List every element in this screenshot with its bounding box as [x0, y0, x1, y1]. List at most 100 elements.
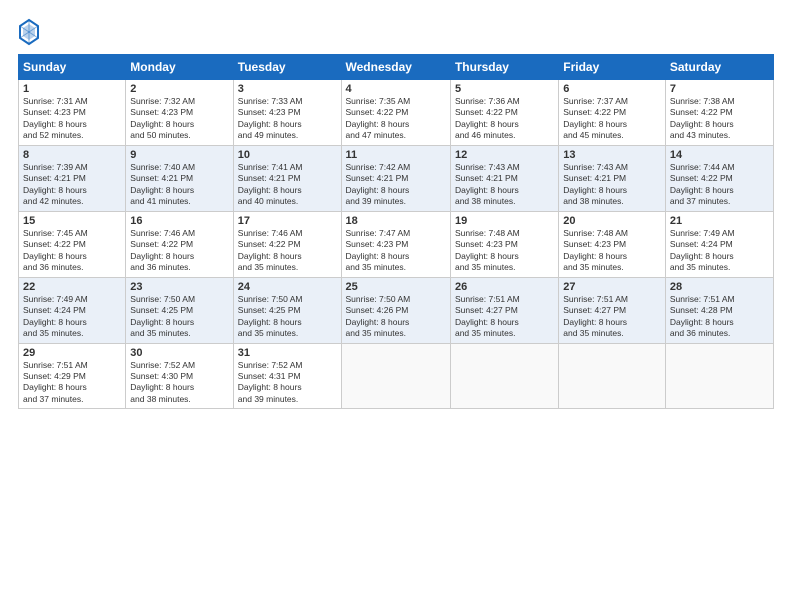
day-info: Sunrise: 7:52 AMSunset: 4:31 PMDaylight:…	[238, 360, 337, 406]
day-number: 6	[563, 83, 661, 95]
day-info: Sunrise: 7:48 AMSunset: 4:23 PMDaylight:…	[563, 228, 661, 274]
day-info: Sunrise: 7:51 AMSunset: 4:27 PMDaylight:…	[563, 294, 661, 340]
day-cell: 12Sunrise: 7:43 AMSunset: 4:21 PMDayligh…	[450, 145, 558, 211]
day-info: Sunrise: 7:31 AMSunset: 4:23 PMDaylight:…	[23, 96, 121, 142]
day-info: Sunrise: 7:49 AMSunset: 4:24 PMDaylight:…	[670, 228, 769, 274]
day-number: 11	[346, 149, 446, 161]
day-cell: 27Sunrise: 7:51 AMSunset: 4:27 PMDayligh…	[559, 277, 666, 343]
day-cell: 7Sunrise: 7:38 AMSunset: 4:22 PMDaylight…	[665, 80, 773, 146]
day-cell: 5Sunrise: 7:36 AMSunset: 4:22 PMDaylight…	[450, 80, 558, 146]
day-info: Sunrise: 7:33 AMSunset: 4:23 PMDaylight:…	[238, 96, 337, 142]
day-cell: 19Sunrise: 7:48 AMSunset: 4:23 PMDayligh…	[450, 211, 558, 277]
day-cell: 17Sunrise: 7:46 AMSunset: 4:22 PMDayligh…	[233, 211, 341, 277]
day-number: 27	[563, 281, 661, 293]
day-cell: 11Sunrise: 7:42 AMSunset: 4:21 PMDayligh…	[341, 145, 450, 211]
day-number: 10	[238, 149, 337, 161]
day-cell: 13Sunrise: 7:43 AMSunset: 4:21 PMDayligh…	[559, 145, 666, 211]
day-number: 20	[563, 215, 661, 227]
day-number: 30	[130, 347, 228, 359]
day-info: Sunrise: 7:43 AMSunset: 4:21 PMDaylight:…	[563, 162, 661, 208]
col-header-tuesday: Tuesday	[233, 55, 341, 80]
day-info: Sunrise: 7:32 AMSunset: 4:23 PMDaylight:…	[130, 96, 228, 142]
day-number: 26	[455, 281, 554, 293]
day-info: Sunrise: 7:52 AMSunset: 4:30 PMDaylight:…	[130, 360, 228, 406]
day-info: Sunrise: 7:35 AMSunset: 4:22 PMDaylight:…	[346, 96, 446, 142]
day-number: 9	[130, 149, 228, 161]
day-number: 28	[670, 281, 769, 293]
day-cell	[450, 343, 558, 409]
day-cell: 9Sunrise: 7:40 AMSunset: 4:21 PMDaylight…	[126, 145, 233, 211]
day-cell: 14Sunrise: 7:44 AMSunset: 4:22 PMDayligh…	[665, 145, 773, 211]
day-number: 17	[238, 215, 337, 227]
day-info: Sunrise: 7:50 AMSunset: 4:25 PMDaylight:…	[238, 294, 337, 340]
header-row: SundayMondayTuesdayWednesdayThursdayFrid…	[19, 55, 774, 80]
day-cell: 16Sunrise: 7:46 AMSunset: 4:22 PMDayligh…	[126, 211, 233, 277]
day-number: 12	[455, 149, 554, 161]
day-cell: 4Sunrise: 7:35 AMSunset: 4:22 PMDaylight…	[341, 80, 450, 146]
day-cell	[341, 343, 450, 409]
day-info: Sunrise: 7:46 AMSunset: 4:22 PMDaylight:…	[238, 228, 337, 274]
day-number: 18	[346, 215, 446, 227]
day-number: 16	[130, 215, 228, 227]
col-header-saturday: Saturday	[665, 55, 773, 80]
day-cell	[665, 343, 773, 409]
day-cell	[559, 343, 666, 409]
day-info: Sunrise: 7:44 AMSunset: 4:22 PMDaylight:…	[670, 162, 769, 208]
day-number: 13	[563, 149, 661, 161]
day-number: 22	[23, 281, 121, 293]
day-number: 7	[670, 83, 769, 95]
col-header-wednesday: Wednesday	[341, 55, 450, 80]
day-cell: 22Sunrise: 7:49 AMSunset: 4:24 PMDayligh…	[19, 277, 126, 343]
day-info: Sunrise: 7:46 AMSunset: 4:22 PMDaylight:…	[130, 228, 228, 274]
day-number: 2	[130, 83, 228, 95]
day-cell: 2Sunrise: 7:32 AMSunset: 4:23 PMDaylight…	[126, 80, 233, 146]
col-header-friday: Friday	[559, 55, 666, 80]
day-number: 23	[130, 281, 228, 293]
day-number: 8	[23, 149, 121, 161]
day-info: Sunrise: 7:37 AMSunset: 4:22 PMDaylight:…	[563, 96, 661, 142]
day-info: Sunrise: 7:51 AMSunset: 4:27 PMDaylight:…	[455, 294, 554, 340]
day-cell: 20Sunrise: 7:48 AMSunset: 4:23 PMDayligh…	[559, 211, 666, 277]
day-cell: 1Sunrise: 7:31 AMSunset: 4:23 PMDaylight…	[19, 80, 126, 146]
day-info: Sunrise: 7:47 AMSunset: 4:23 PMDaylight:…	[346, 228, 446, 274]
day-cell: 30Sunrise: 7:52 AMSunset: 4:30 PMDayligh…	[126, 343, 233, 409]
day-cell: 25Sunrise: 7:50 AMSunset: 4:26 PMDayligh…	[341, 277, 450, 343]
day-info: Sunrise: 7:39 AMSunset: 4:21 PMDaylight:…	[23, 162, 121, 208]
day-number: 21	[670, 215, 769, 227]
day-info: Sunrise: 7:45 AMSunset: 4:22 PMDaylight:…	[23, 228, 121, 274]
day-info: Sunrise: 7:40 AMSunset: 4:21 PMDaylight:…	[130, 162, 228, 208]
day-info: Sunrise: 7:48 AMSunset: 4:23 PMDaylight:…	[455, 228, 554, 274]
day-info: Sunrise: 7:42 AMSunset: 4:21 PMDaylight:…	[346, 162, 446, 208]
day-number: 31	[238, 347, 337, 359]
week-row-3: 15Sunrise: 7:45 AMSunset: 4:22 PMDayligh…	[19, 211, 774, 277]
day-info: Sunrise: 7:43 AMSunset: 4:21 PMDaylight:…	[455, 162, 554, 208]
day-number: 25	[346, 281, 446, 293]
week-row-1: 1Sunrise: 7:31 AMSunset: 4:23 PMDaylight…	[19, 80, 774, 146]
day-cell: 21Sunrise: 7:49 AMSunset: 4:24 PMDayligh…	[665, 211, 773, 277]
day-cell: 28Sunrise: 7:51 AMSunset: 4:28 PMDayligh…	[665, 277, 773, 343]
day-info: Sunrise: 7:36 AMSunset: 4:22 PMDaylight:…	[455, 96, 554, 142]
day-number: 24	[238, 281, 337, 293]
day-cell: 23Sunrise: 7:50 AMSunset: 4:25 PMDayligh…	[126, 277, 233, 343]
col-header-sunday: Sunday	[19, 55, 126, 80]
day-number: 29	[23, 347, 121, 359]
day-cell: 3Sunrise: 7:33 AMSunset: 4:23 PMDaylight…	[233, 80, 341, 146]
calendar-table: SundayMondayTuesdayWednesdayThursdayFrid…	[18, 54, 774, 409]
day-cell: 15Sunrise: 7:45 AMSunset: 4:22 PMDayligh…	[19, 211, 126, 277]
day-info: Sunrise: 7:38 AMSunset: 4:22 PMDaylight:…	[670, 96, 769, 142]
day-info: Sunrise: 7:41 AMSunset: 4:21 PMDaylight:…	[238, 162, 337, 208]
day-cell: 29Sunrise: 7:51 AMSunset: 4:29 PMDayligh…	[19, 343, 126, 409]
day-info: Sunrise: 7:50 AMSunset: 4:25 PMDaylight:…	[130, 294, 228, 340]
day-cell: 26Sunrise: 7:51 AMSunset: 4:27 PMDayligh…	[450, 277, 558, 343]
week-row-5: 29Sunrise: 7:51 AMSunset: 4:29 PMDayligh…	[19, 343, 774, 409]
day-number: 3	[238, 83, 337, 95]
day-cell: 18Sunrise: 7:47 AMSunset: 4:23 PMDayligh…	[341, 211, 450, 277]
day-info: Sunrise: 7:51 AMSunset: 4:29 PMDaylight:…	[23, 360, 121, 406]
day-number: 5	[455, 83, 554, 95]
col-header-thursday: Thursday	[450, 55, 558, 80]
header	[18, 18, 774, 46]
page: SundayMondayTuesdayWednesdayThursdayFrid…	[0, 0, 792, 612]
day-info: Sunrise: 7:51 AMSunset: 4:28 PMDaylight:…	[670, 294, 769, 340]
week-row-4: 22Sunrise: 7:49 AMSunset: 4:24 PMDayligh…	[19, 277, 774, 343]
day-number: 15	[23, 215, 121, 227]
